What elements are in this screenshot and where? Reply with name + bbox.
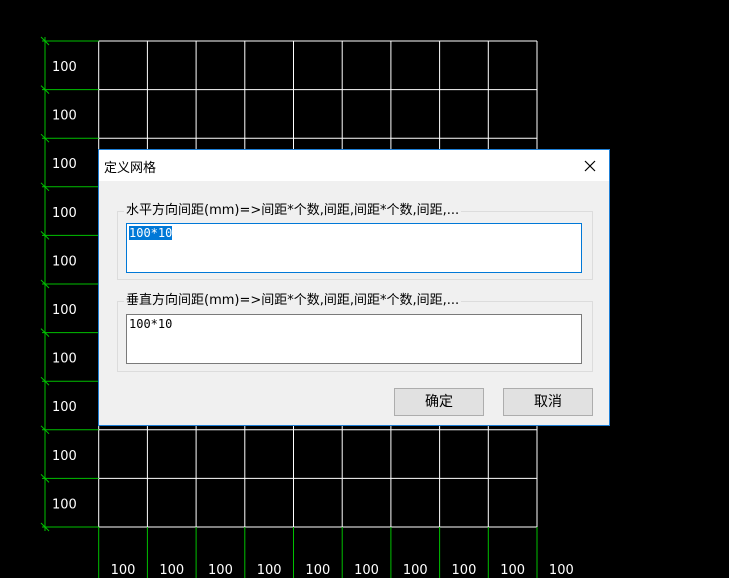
vertical-spacing-label: 垂直方向间距(mm)=>间距*个数,间距,间距*个数,间距,...	[124, 293, 462, 309]
ok-button[interactable]: 确定	[394, 388, 484, 416]
dialog-title: 定义网格	[104, 161, 157, 176]
bottom-dimension-label: 100	[159, 563, 184, 578]
close-icon	[584, 160, 596, 171]
vertical-spacing-input[interactable]: 100*10	[126, 314, 582, 364]
bottom-dimension-label: 100	[305, 563, 330, 578]
left-dimension-label: 100	[52, 60, 77, 75]
left-dimension-label: 100	[52, 157, 77, 172]
vertical-spacing-value: 100*10	[129, 317, 173, 331]
horizontal-spacing-input[interactable]: 100*10	[126, 223, 582, 273]
left-dimension-label: 100	[52, 109, 77, 124]
left-dimension-label: 100	[52, 497, 77, 512]
define-grid-dialog: 定义网格 水平方向间距(mm)=>间距*个数,间距,间距*个数,间距,... 1…	[98, 149, 610, 426]
bottom-dimension-label: 100	[208, 563, 233, 578]
bottom-dimension-label: 100	[403, 563, 428, 578]
left-dimension-label: 100	[52, 449, 77, 464]
bottom-dimension-label: 100	[354, 563, 379, 578]
horizontal-spacing-group: 水平方向间距(mm)=>间距*个数,间距,间距*个数,间距,... 100*10	[117, 203, 593, 280]
left-dimension-labels: 100 100 100 100 100 100 100 100 100 100	[52, 60, 77, 512]
left-dimension-label: 100	[52, 352, 77, 367]
bottom-dimension-label: 100	[549, 563, 574, 578]
dialog-titlebar[interactable]: 定义网格	[99, 150, 609, 181]
cancel-button[interactable]: 取消	[503, 388, 593, 416]
left-dimension-label: 100	[52, 400, 77, 415]
horizontal-spacing-value: 100*10	[129, 226, 173, 240]
left-dimension-label: 100	[52, 206, 77, 221]
vertical-spacing-group: 垂直方向间距(mm)=>间距*个数,间距,间距*个数,间距,... 100*10	[117, 293, 593, 372]
bottom-dimension-label: 100	[257, 563, 282, 578]
left-dimension-label: 100	[52, 254, 77, 269]
horizontal-spacing-label: 水平方向间距(mm)=>间距*个数,间距,间距*个数,间距,...	[124, 203, 462, 219]
left-dimension-label: 100	[52, 303, 77, 318]
bottom-dimension-label: 100	[111, 563, 136, 578]
bottom-dimension-label: 100	[452, 563, 477, 578]
close-button[interactable]	[571, 150, 609, 181]
bottom-dimension-label: 100	[500, 563, 525, 578]
